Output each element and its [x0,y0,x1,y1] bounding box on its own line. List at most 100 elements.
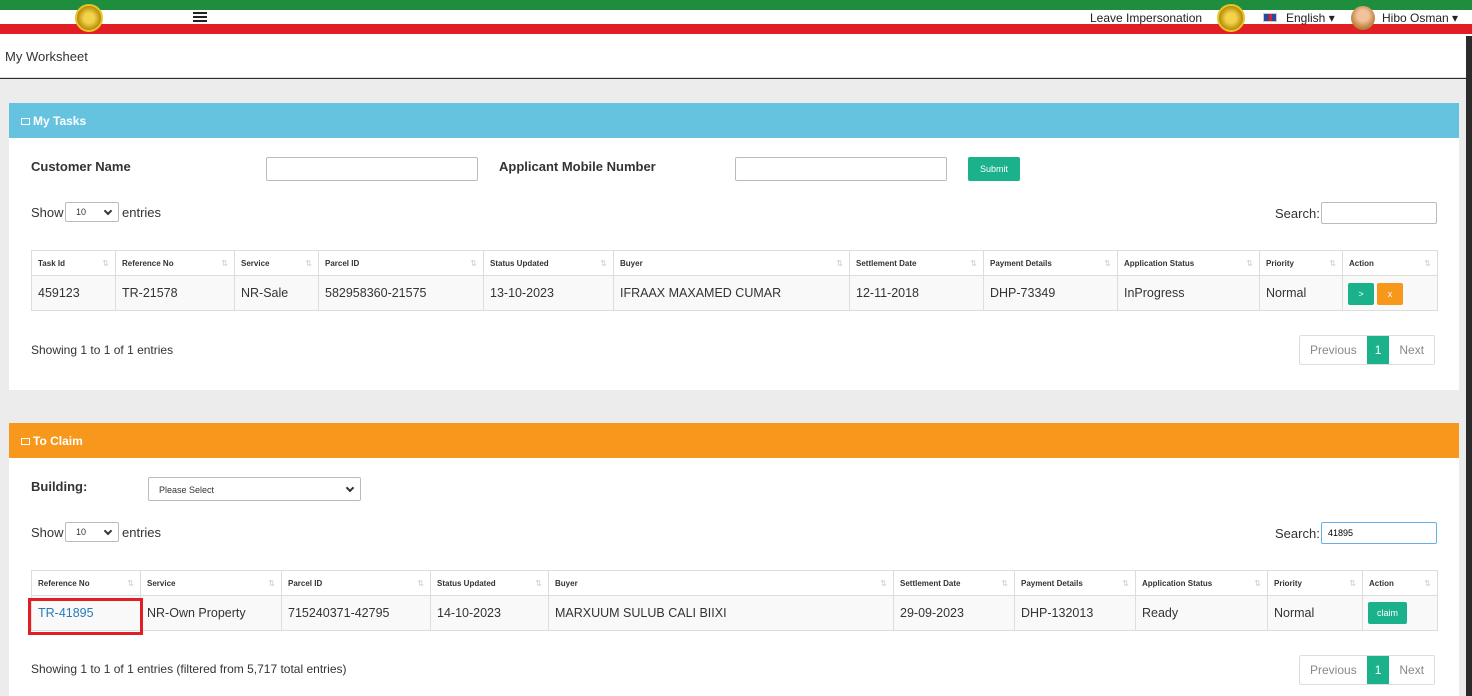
claim-pagination: Previous 1 Next [1299,655,1436,685]
mobile-number-input[interactable] [735,157,947,181]
claim-search-input[interactable] [1321,522,1437,544]
column-header[interactable]: Status Updated ⇅ [483,250,614,276]
tasks-page-length-select[interactable]: 10 [65,202,119,222]
tasks-search-input[interactable] [1321,202,1437,224]
my-tasks-title: My Tasks [33,114,87,128]
user-avatar[interactable] [1351,6,1375,30]
entries-label: entries [122,525,162,540]
header-green-stripe [0,0,1472,10]
column-header[interactable]: Parcel ID ⇅ [281,570,431,596]
column-header[interactable]: Settlement Date ⇅ [893,570,1015,596]
chevron-down-icon [103,206,113,216]
column-header[interactable]: Reference No ⇅ [31,570,141,596]
priority-cell: Normal [1259,275,1343,311]
column-header[interactable]: Settlement Date ⇅ [849,250,984,276]
parcel-id-cell: 582958360-21575 [318,275,484,311]
previous-page-button[interactable]: Previous [1300,336,1367,364]
to-claim-panel: To Claim [9,423,1459,696]
header-red-stripe [0,24,1472,34]
column-header[interactable]: Service ⇅ [140,570,282,596]
claim-button[interactable]: claim [1368,602,1407,624]
application-status-cell: InProgress [1117,275,1260,311]
page-title: My Worksheet [5,49,88,64]
breadcrumb-bar: My Worksheet [0,36,1466,78]
column-header[interactable]: Reference No ⇅ [115,250,235,276]
page-1-button[interactable]: 1 [1366,336,1390,364]
tasks-table-info: Showing 1 to 1 of 1 entries [31,343,174,357]
leave-impersonation-link[interactable]: Leave Impersonation [1090,11,1202,25]
column-header[interactable]: Task Id ⇅ [31,250,116,276]
claim-page-length-select[interactable]: 10 [65,522,119,542]
column-header[interactable]: Action ⇅ [1362,570,1438,596]
parcel-id-cell: 715240371-42795 [281,595,431,631]
column-header[interactable]: Payment Details ⇅ [983,250,1118,276]
open-task-button[interactable]: > [1348,283,1374,305]
tasks-table: Task Id ⇅ Reference No ⇅ Service ⇅ Parcel I… [31,250,1438,311]
task-id-cell: 459123 [31,275,116,311]
next-page-button[interactable]: Next [1389,336,1434,364]
settlement-date-cell: 12-11-2018 [849,275,984,311]
show-label: Show [31,525,64,540]
column-header[interactable]: Priority ⇅ [1259,250,1343,276]
chevron-down-icon [345,483,355,493]
column-header[interactable]: Parcel ID ⇅ [318,250,484,276]
status-updated-cell: 13-10-2023 [483,275,614,311]
chevron-down-icon [103,526,113,536]
folder-icon [21,118,30,125]
priority-cell: Normal [1267,595,1363,631]
claim-table-header: Reference No ⇅ Service ⇅ Parcel ID ⇅ Status… [31,570,1438,596]
payment-details-cell: DHP-73349 [983,275,1118,311]
claim-table-info: Showing 1 to 1 of 1 entries (filtered fr… [31,662,347,676]
tasks-table-header: Task Id ⇅ Reference No ⇅ Service ⇅ Parcel I… [31,250,1438,276]
payment-details-cell: DHP-132013 [1014,595,1136,631]
menu-toggle-icon[interactable] [193,12,207,23]
tasks-pagination: Previous 1 Next [1299,335,1436,365]
my-tasks-header: My Tasks [9,103,1459,138]
uk-flag-icon [1263,13,1277,22]
claim-search-label: Search: [1275,526,1320,541]
logo-emblem[interactable] [75,4,103,32]
to-claim-title: To Claim [33,434,83,448]
service-cell: NR-Sale [234,275,319,311]
table-row: 459123 TR-21578 NR-Sale 582958360-21575 … [31,275,1438,311]
top-header: Leave Impersonation English ▾ Hibo Osman… [0,0,1472,36]
folder-icon [21,438,30,445]
settlement-date-cell: 29-09-2023 [893,595,1015,631]
column-header[interactable]: Status Updated ⇅ [430,570,549,596]
column-header[interactable]: Application Status ⇅ [1117,250,1260,276]
language-dropdown[interactable]: English ▾ [1286,11,1335,25]
status-updated-cell: 14-10-2023 [430,595,549,631]
column-header[interactable]: Action ⇅ [1342,250,1438,276]
building-label: Building: [31,479,88,494]
application-status-cell: Ready [1135,595,1268,631]
building-select[interactable]: Please Select [148,477,361,501]
user-menu-dropdown[interactable]: Hibo Osman ▾ [1382,11,1458,25]
claim-table: Reference No ⇅ Service ⇅ Parcel ID ⇅ Status… [31,570,1438,631]
to-claim-header: To Claim [9,423,1459,458]
column-header[interactable]: Payment Details ⇅ [1014,570,1136,596]
action-cell: > x [1342,275,1438,311]
service-cell: NR-Own Property [140,595,282,631]
cancel-task-button[interactable]: x [1377,283,1403,305]
next-page-button[interactable]: Next [1389,656,1434,684]
page-1-button[interactable]: 1 [1366,656,1390,684]
action-cell: claim [1362,595,1438,631]
emblem-icon [1217,4,1245,32]
my-tasks-panel: My Tasks [9,103,1459,390]
mobile-number-label: Applicant Mobile Number [499,159,656,174]
column-header[interactable]: Application Status ⇅ [1135,570,1268,596]
customer-name-input[interactable] [266,157,478,181]
column-header[interactable]: Buyer ⇅ [613,250,850,276]
buyer-cell: IFRAAX MAXAMED CUMAR [613,275,850,311]
reference-no-cell: TR-21578 [115,275,235,311]
previous-page-button[interactable]: Previous [1300,656,1367,684]
column-header[interactable]: Buyer ⇅ [548,570,894,596]
column-header[interactable]: Service ⇅ [234,250,319,276]
highlight-box [28,598,143,635]
submit-button[interactable]: Submit [968,157,1020,181]
customer-name-label: Customer Name [31,159,131,174]
column-header[interactable]: Priority ⇅ [1267,570,1363,596]
show-label: Show [31,205,64,220]
entries-label: entries [122,205,162,220]
buyer-cell: MARXUUM SULUB CALI BIIXI [548,595,894,631]
